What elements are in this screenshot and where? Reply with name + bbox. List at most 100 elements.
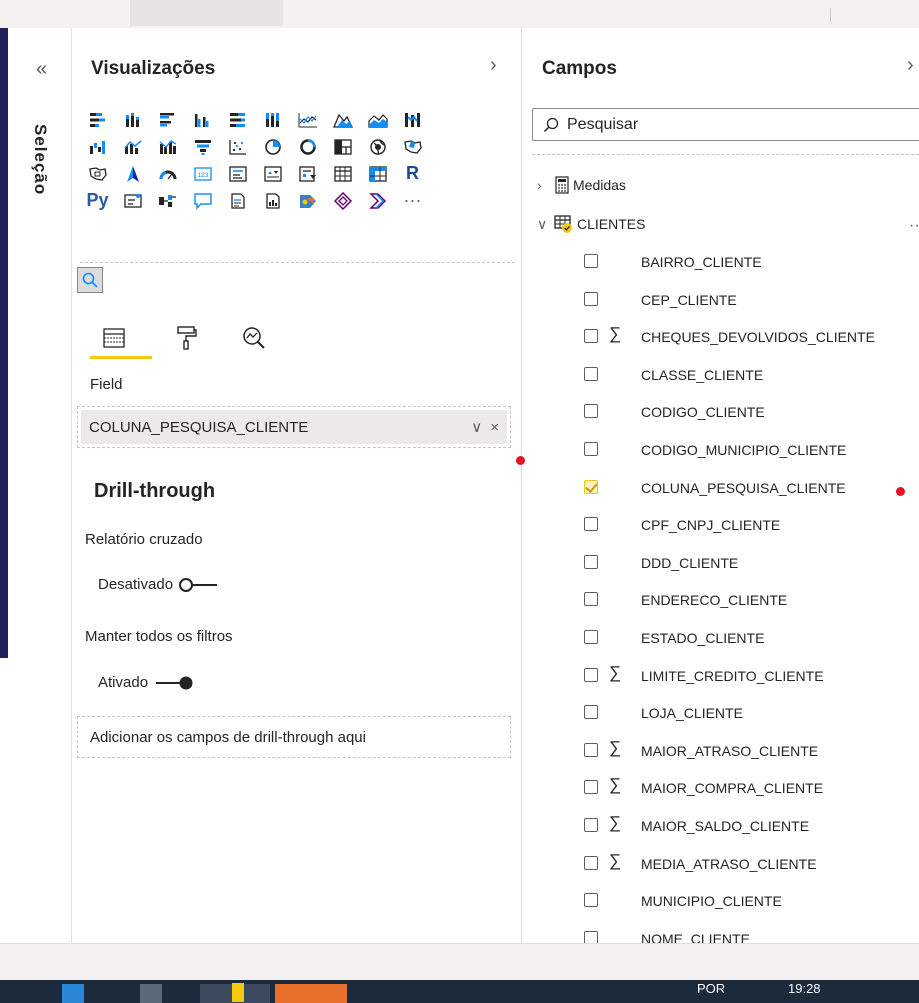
table-node-medidas[interactable]: › Medidas [537, 176, 626, 194]
kpi-icon[interactable] [255, 160, 290, 187]
search-input[interactable] [565, 114, 885, 135]
line-and-column-chart-icon[interactable] [115, 133, 150, 160]
qa-visual-icon[interactable] [185, 187, 220, 214]
ribbon-chart-icon[interactable] [395, 106, 430, 133]
keep-filters-toggle[interactable]: Ativado [98, 674, 194, 691]
taskbar-app-icon[interactable] [62, 984, 84, 1003]
decomposition-tree-icon[interactable] [150, 187, 185, 214]
field-checkbox[interactable] [584, 667, 598, 682]
key-influencers-icon[interactable] [115, 187, 150, 214]
field-checkbox[interactable] [584, 855, 598, 870]
slicer-icon[interactable] [290, 160, 325, 187]
field-checkbox[interactable] [584, 893, 598, 908]
analytics-magnifier-icon[interactable] [234, 322, 274, 354]
field-item[interactable]: CODIGO_CLIENTE [523, 394, 919, 432]
field-item[interactable]: CEP_CLIENTE [523, 282, 919, 320]
chevron-down-icon[interactable]: ∨ [471, 418, 482, 436]
donut-chart-icon[interactable] [290, 133, 325, 160]
line-and-clustered-column-chart-icon[interactable] [150, 133, 185, 160]
field-checkbox[interactable] [584, 441, 598, 456]
matrix-icon[interactable] [360, 160, 395, 187]
field-item[interactable]: LOJA_CLIENTE [523, 695, 919, 733]
table-node-clientes[interactable]: ∨ CLIENTES [537, 214, 645, 234]
filled-map-icon[interactable] [395, 133, 430, 160]
field-checkbox[interactable] [584, 780, 598, 795]
funnel-chart-icon[interactable] [185, 133, 220, 160]
table-icon[interactable] [325, 160, 360, 187]
field-checkbox[interactable] [584, 629, 598, 644]
field-search-box[interactable] [532, 108, 919, 141]
field-item[interactable]: MUNICIPIO_CLIENTE [523, 883, 919, 921]
card-icon[interactable]: 123 [185, 160, 220, 187]
smart-narrative-icon[interactable] [220, 187, 255, 214]
azure-map-icon[interactable] [115, 160, 150, 187]
gauge-icon[interactable] [150, 160, 185, 187]
shape-map-icon[interactable] [80, 160, 115, 187]
scatter-chart-icon[interactable] [220, 133, 255, 160]
paginated-report-icon[interactable] [255, 187, 290, 214]
field-item[interactable]: ∑ MAIOR_COMPRA_CLIENTE [523, 770, 919, 808]
field-item[interactable]: ENDERECO_CLIENTE [523, 582, 919, 620]
field-checkbox[interactable] [584, 742, 598, 757]
more-options-icon[interactable]: ··· [909, 217, 919, 235]
field-item[interactable]: ∑ CHEQUES_DEVOLVIDOS_CLIENTE [523, 319, 919, 357]
arcgis-map-icon[interactable] [290, 187, 325, 214]
power-automate-icon[interactable] [360, 187, 395, 214]
100-stacked-column-chart-icon[interactable] [255, 106, 290, 133]
clustered-bar-chart-icon[interactable] [150, 106, 185, 133]
format-paint-roller-icon[interactable] [166, 322, 206, 354]
pie-chart-icon[interactable] [255, 133, 290, 160]
python-visual-icon[interactable]: Py [80, 187, 115, 214]
field-checkbox[interactable] [584, 705, 598, 720]
field-item[interactable]: ∑ LIMITE_CREDITO_CLIENTE [523, 658, 919, 696]
field-checkbox[interactable] [584, 366, 598, 381]
field-item[interactable]: ESTADO_CLIENTE [523, 620, 919, 658]
r-visual-icon[interactable]: R [395, 160, 430, 187]
field-item[interactable]: ∑ MEDIA_ATRASO_CLIENTE [523, 846, 919, 884]
selection-pane-label[interactable]: Seleção [30, 124, 50, 195]
field-checkbox[interactable] [584, 554, 598, 569]
stacked-column-chart-icon[interactable] [115, 106, 150, 133]
top-tab[interactable] [130, 0, 283, 26]
multi-row-card-icon[interactable] [220, 160, 255, 187]
more-visuals-icon[interactable]: ··· [395, 187, 430, 214]
field-checkbox[interactable] [584, 479, 598, 494]
area-chart-icon[interactable] [325, 106, 360, 133]
field-checkbox[interactable] [584, 291, 598, 306]
field-checkbox[interactable] [584, 404, 598, 419]
field-item[interactable]: ∑ MAIOR_SALDO_CLIENTE [523, 808, 919, 846]
field-item[interactable]: COLUNA_PESQUISA_CLIENTE [523, 470, 919, 508]
collapse-fields-icon[interactable]: › [907, 54, 914, 77]
field-pill[interactable]: COLUNA_PESQUISA_CLIENTE ∨ × [81, 410, 507, 444]
treemap-icon[interactable] [325, 133, 360, 160]
field-item[interactable]: CPF_CNPJ_CLIENTE [523, 507, 919, 545]
clustered-column-chart-icon[interactable] [185, 106, 220, 133]
collapse-pane-icon[interactable]: « [36, 58, 47, 81]
cross-report-toggle[interactable]: Desativado [98, 576, 219, 593]
map-icon[interactable] [360, 133, 395, 160]
selected-visual-search-icon[interactable] [77, 267, 103, 293]
stacked-area-chart-icon[interactable] [360, 106, 395, 133]
field-checkbox[interactable] [584, 517, 598, 532]
100-stacked-bar-chart-icon[interactable] [220, 106, 255, 133]
field-item[interactable]: DDD_CLIENTE [523, 545, 919, 583]
field-item[interactable]: CLASSE_CLIENTE [523, 357, 919, 395]
power-apps-icon[interactable] [325, 187, 360, 214]
field-item[interactable]: BAIRRO_CLIENTE [523, 244, 919, 282]
drill-through-field-well[interactable]: Adicionar os campos de drill-through aqu… [77, 716, 511, 758]
keyboard-language[interactable]: POR [697, 981, 725, 996]
chevron-right-icon[interactable]: › [537, 177, 551, 193]
waterfall-chart-icon[interactable] [80, 133, 115, 160]
fields-tab-icon[interactable] [94, 322, 134, 354]
expand-visualizations-icon[interactable]: › [490, 54, 497, 77]
taskbar-app-icon[interactable] [275, 984, 347, 1003]
field-checkbox[interactable] [584, 329, 598, 344]
taskbar-app-icon[interactable] [140, 984, 162, 1003]
chevron-down-icon[interactable]: ∨ [537, 216, 551, 233]
remove-field-icon[interactable]: × [490, 419, 499, 436]
field-checkbox[interactable] [584, 592, 598, 607]
field-checkbox[interactable] [584, 254, 598, 268]
field-item[interactable]: CODIGO_MUNICIPIO_CLIENTE [523, 432, 919, 470]
stacked-bar-chart-icon[interactable] [80, 106, 115, 133]
line-chart-icon[interactable] [290, 106, 325, 133]
